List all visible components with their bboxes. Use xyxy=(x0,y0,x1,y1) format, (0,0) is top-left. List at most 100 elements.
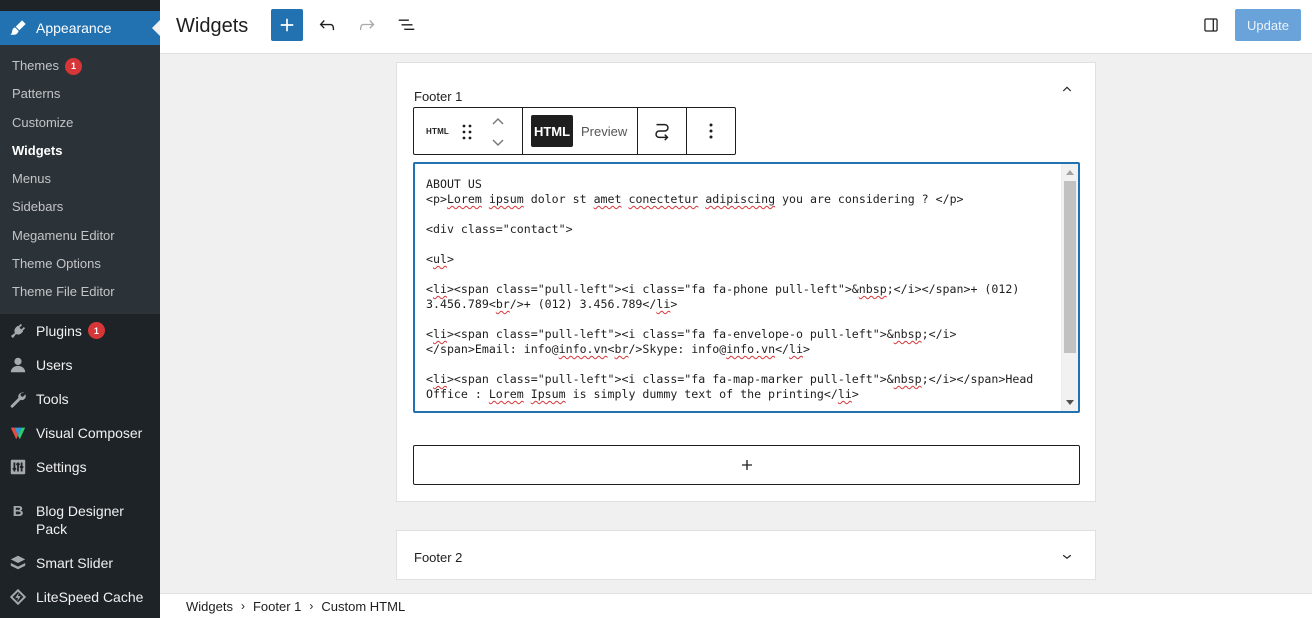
submenu-theme-options-label: Theme Options xyxy=(12,256,101,272)
breadcrumb-custom-html: Custom HTML xyxy=(321,598,406,614)
submenu-themes[interactable]: Themes 1 xyxy=(0,52,160,80)
menu-users-label: Users xyxy=(36,356,73,373)
submenu-megamenu-editor-label: Megamenu Editor xyxy=(12,227,115,243)
html-block-icon[interactable]: HTML xyxy=(426,127,449,136)
list-view-button[interactable] xyxy=(391,9,423,41)
code-line: <p>Lorem ipsum dolor st amet conectetur … xyxy=(426,192,964,206)
undo-icon xyxy=(319,19,335,31)
menu-tools-label: Tools xyxy=(36,390,69,407)
add-block-appender[interactable] xyxy=(413,445,1080,485)
menu-visual-composer[interactable]: Visual Composer xyxy=(0,416,160,450)
editor-scrollbar[interactable] xyxy=(1061,164,1078,411)
breadcrumb-widgets[interactable]: Widgets xyxy=(186,599,233,614)
litespeed-icon xyxy=(8,587,28,607)
page-title: Widgets xyxy=(176,15,249,37)
block-toolbar: HTML HTML Preview xyxy=(413,107,736,155)
admin-sidebar: Appearance Themes 1 Patterns Customize W… xyxy=(0,0,160,618)
plus-icon xyxy=(280,18,294,32)
menu-plugins[interactable]: Plugins 1 xyxy=(0,314,160,348)
widget-area-footer-2: Footer 2 xyxy=(396,530,1096,580)
submenu-widgets[interactable]: Widgets xyxy=(0,137,160,165)
plus-icon xyxy=(741,460,752,470)
options-group xyxy=(687,108,735,154)
code-line: <li><span class="pull-left"><i class="fa… xyxy=(426,282,1020,296)
submenu-patterns[interactable]: Patterns xyxy=(0,80,160,108)
menu-blog-designer-label: Blog Designer Pack xyxy=(36,502,124,537)
menu-settings[interactable]: Settings xyxy=(0,450,160,484)
transform-group xyxy=(638,108,687,154)
code-line: ​ xyxy=(426,237,1056,252)
undo-button[interactable] xyxy=(311,9,343,41)
add-block-button[interactable] xyxy=(271,9,303,41)
code-line: 3.456.789<br/>+ (012) 3.456.789</li> xyxy=(426,297,678,311)
submenu-theme-file-editor-label: Theme File Editor xyxy=(12,284,115,300)
menu-smart-slider[interactable]: Smart Slider xyxy=(0,546,160,580)
collapse-footer-1-button[interactable] xyxy=(1055,76,1079,100)
submenu-theme-options[interactable]: Theme Options xyxy=(0,250,160,278)
block-mover xyxy=(488,116,508,148)
chevron-up-icon xyxy=(1062,86,1072,92)
scroll-thumb[interactable] xyxy=(1064,181,1076,353)
code-line: <li><span class="pull-left"><i class="fa… xyxy=(426,327,957,341)
visual-composer-icon xyxy=(8,423,28,443)
menu-tools[interactable]: Tools xyxy=(0,382,160,416)
submenu-customize[interactable]: Customize xyxy=(0,109,160,137)
code-line: ABOUT US xyxy=(426,177,482,191)
html-tab[interactable]: HTML xyxy=(531,115,573,147)
html-code-textarea[interactable]: ABOUT US <p>Lorem ipsum dolor st amet con… xyxy=(413,162,1080,413)
plugins-update-badge: 1 xyxy=(87,322,105,340)
menu-plugins-label: Plugins xyxy=(36,322,82,339)
themes-update-badge: 1 xyxy=(64,57,82,75)
more-options-icon[interactable] xyxy=(708,122,714,140)
redo-button[interactable] xyxy=(351,9,383,41)
menu-visual-composer-label: Visual Composer xyxy=(36,424,143,441)
chevron-right-icon: › xyxy=(309,599,314,613)
submenu-widgets-label: Widgets xyxy=(12,142,63,158)
menu-blog-designer-pack[interactable]: B Blog Designer Pack xyxy=(0,494,160,546)
block-breadcrumb: Widgets › Footer 1 › Custom HTML xyxy=(160,593,1312,618)
code-line: <ul> xyxy=(426,252,454,266)
html-code-content: ABOUT US <p>Lorem ipsum dolor st amet con… xyxy=(426,177,1056,402)
widgets-editor-canvas: Footer 1 HTML HTML Preview ABOUT US <p>L… xyxy=(160,55,1312,593)
submenu-menus[interactable]: Menus xyxy=(0,165,160,193)
settings-sidebar-toggle[interactable] xyxy=(1195,9,1227,41)
menu-settings-label: Settings xyxy=(36,458,87,475)
sidebar-menu-list: Plugins 1 Users Tools Visual Composer Se… xyxy=(0,314,160,614)
breadcrumb-footer-1[interactable]: Footer 1 xyxy=(253,599,301,614)
scroll-down-arrow[interactable] xyxy=(1066,400,1074,405)
move-down-icon[interactable] xyxy=(491,138,505,148)
code-line: <div class="contact"> xyxy=(426,222,573,236)
preview-tab[interactable]: Preview xyxy=(581,124,627,139)
update-button[interactable]: Update xyxy=(1235,9,1301,41)
submenu-theme-file-editor[interactable]: Theme File Editor xyxy=(0,278,160,306)
menu-litespeed-cache[interactable]: LiteSpeed Cache xyxy=(0,580,160,614)
sidebar-panel-icon xyxy=(1204,18,1218,32)
menu-appearance-label: Appearance xyxy=(36,20,112,36)
submenu-customize-label: Customize xyxy=(12,114,74,130)
submenu-megamenu-editor[interactable]: Megamenu Editor xyxy=(0,222,160,250)
menu-users[interactable]: Users xyxy=(0,348,160,382)
submenu-patterns-label: Patterns xyxy=(12,86,61,102)
menu-litespeed-label: LiteSpeed Cache xyxy=(36,588,144,605)
users-icon xyxy=(8,355,28,375)
drag-handle-icon[interactable] xyxy=(460,122,474,142)
menu-appearance[interactable]: Appearance xyxy=(0,11,160,45)
html-preview-group: HTML Preview xyxy=(523,108,638,154)
code-line: </span>Email: info@info.vn<br/>Skype: in… xyxy=(426,342,810,356)
blog-designer-icon: B xyxy=(12,502,24,520)
expand-footer-2-button[interactable] xyxy=(1055,544,1079,568)
convert-to-blocks-icon[interactable] xyxy=(651,120,673,142)
chevron-right-icon: › xyxy=(240,599,245,613)
submenu-sidebars-label: Sidebars xyxy=(12,199,64,215)
plugin-icon xyxy=(8,321,28,341)
smart-slider-icon xyxy=(8,553,28,573)
submenu-sidebars[interactable]: Sidebars xyxy=(0,193,160,221)
scroll-up-arrow[interactable] xyxy=(1066,170,1074,175)
widget-area-title[interactable]: Footer 2 xyxy=(414,550,462,565)
submenu-themes-label: Themes xyxy=(12,58,59,73)
code-line: ​ xyxy=(426,267,1056,282)
appearance-submenu: Themes 1 Patterns Customize Widgets Menu… xyxy=(0,45,160,314)
widget-area-title[interactable]: Footer 1 xyxy=(414,89,462,104)
move-up-icon[interactable] xyxy=(491,116,505,126)
code-line: <li><span class="pull-left"><i class="fa… xyxy=(426,372,1034,386)
